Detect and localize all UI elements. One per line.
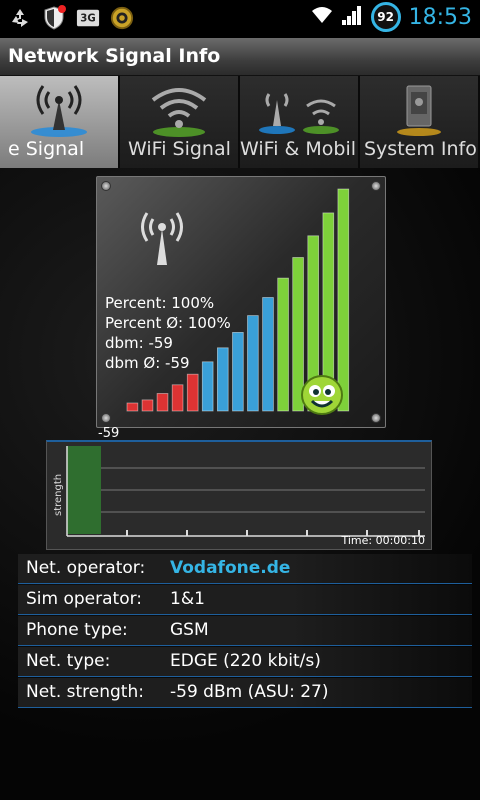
info-row-net-type: Net. type: EDGE (220 kbit/s): [18, 647, 472, 677]
wifi-icon: [311, 5, 333, 29]
graph-strength-fill: [67, 446, 101, 534]
tab-mobile-signal[interactable]: e Signal: [0, 76, 120, 168]
main-content: Percent: 100% Percent Ø: 100% dbm: -59 d…: [0, 168, 480, 800]
signal-icon: [341, 4, 363, 30]
tab-wifi-mobile[interactable]: WiFi & Mobil: [240, 76, 360, 168]
app-title: Network Signal Info: [8, 45, 221, 67]
percent-text: Percent: 100%: [105, 294, 215, 312]
clock: 18:53: [408, 4, 472, 30]
mascot-icon: [299, 373, 345, 421]
mobile-antenna-icon: [0, 80, 118, 138]
graph-value-label: -59: [98, 426, 120, 441]
status-bar: 3G 92 18:53: [0, 0, 480, 38]
info-list: Net. operator: Vodafone.de Sim operator:…: [18, 554, 472, 709]
percent-avg-text: Percent Ø: 100%: [105, 314, 231, 332]
signal-bar: [232, 331, 244, 412]
signal-bar: [277, 277, 289, 412]
tab-label: e Signal: [8, 138, 85, 160]
info-key: Net. operator:: [26, 558, 146, 578]
strength-graph: strength Time: 00:00:10: [46, 440, 432, 550]
signal-bar: [262, 297, 274, 412]
tab-wifi-signal[interactable]: WiFi Signal: [120, 76, 240, 168]
graph-axis-label: strength: [53, 473, 64, 516]
battery-indicator: 92: [370, 2, 401, 32]
info-key: Net. type:: [26, 651, 111, 671]
info-row-net-strength: Net. strength: -59 dBm (ASU: 27): [18, 678, 472, 708]
info-row-phone-type: Phone type: GSM: [18, 616, 472, 646]
info-key: Sim operator:: [26, 589, 143, 609]
system-info-icon: [360, 80, 478, 138]
shield-icon: [42, 5, 66, 31]
signal-bar: [171, 384, 184, 412]
tab-bar: e Signal WiFi Signal WiFi & Mobil System…: [0, 76, 480, 168]
target-icon: [110, 5, 134, 31]
info-value: EDGE (220 kbit/s): [170, 651, 321, 671]
app-title-bar: Network Signal Info: [0, 38, 480, 76]
signal-bar: [186, 373, 199, 412]
3g-icon: 3G: [76, 5, 100, 31]
dbm-avg-text: dbm Ø: -59: [105, 354, 190, 372]
info-row-sim-operator: Sim operator: 1&1: [18, 585, 472, 615]
dbm-text: dbm: -59: [105, 334, 173, 352]
info-value: -59 dBm (ASU: 27): [170, 682, 329, 702]
tab-system-info[interactable]: System Info: [360, 76, 480, 168]
tab-label: WiFi Signal: [128, 138, 231, 160]
signal-readout: Percent: 100% Percent Ø: 100% dbm: -59 d…: [105, 293, 231, 373]
info-key: Net. strength:: [26, 682, 144, 702]
wifi-mobile-icon: [240, 80, 358, 138]
info-value: GSM: [170, 620, 209, 640]
graph-plot: [66, 446, 425, 537]
wifi-icon: [120, 80, 238, 138]
tab-label: System Info: [364, 138, 477, 160]
recycle-icon: [8, 5, 32, 31]
3g-badge-text: 3G: [80, 14, 95, 25]
info-value: 1&1: [170, 589, 205, 609]
signal-bar: [247, 315, 259, 412]
signal-bar: [156, 393, 169, 412]
tab-label: WiFi & Mobil: [240, 138, 357, 160]
info-value-link[interactable]: Vodafone.de: [170, 558, 290, 578]
signal-bar: [141, 399, 154, 412]
info-key: Phone type:: [26, 620, 128, 640]
graph-time: Time: 00:00:10: [341, 534, 425, 547]
signal-bar: [126, 402, 139, 412]
signal-panel: Percent: 100% Percent Ø: 100% dbm: -59 d…: [96, 176, 386, 428]
info-row-net-operator: Net. operator: Vodafone.de: [18, 554, 472, 584]
